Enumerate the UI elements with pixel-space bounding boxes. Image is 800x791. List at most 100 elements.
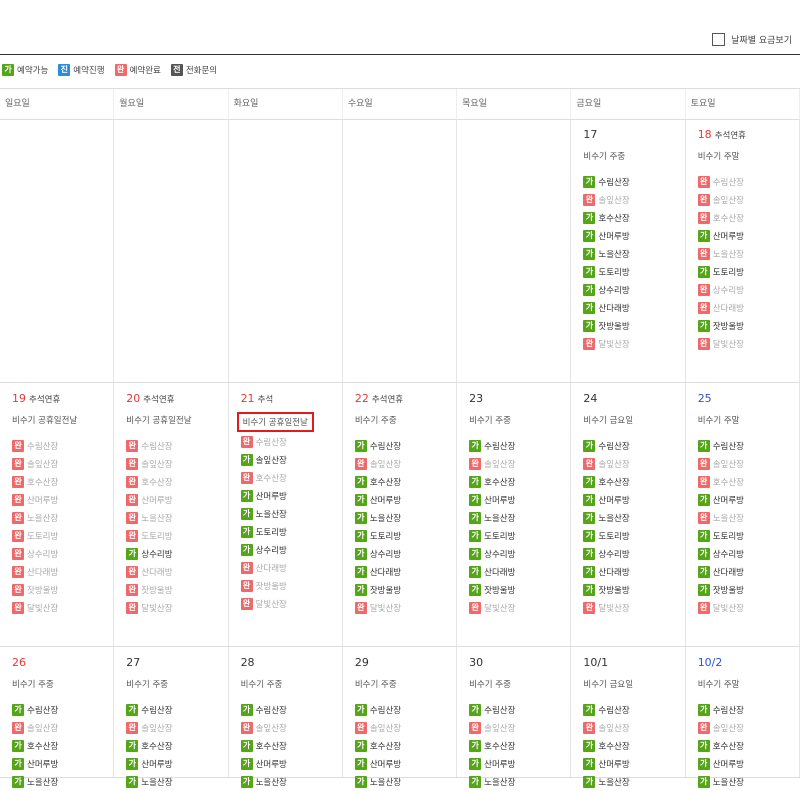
room-item[interactable]: 가 도토리방 [697, 527, 799, 545]
day-cell[interactable]: 30 비수기 주중 가 수림산장 완 솔잎산장 가 호수산장 가 산머루방 가 노을산장 [457, 647, 572, 788]
room-item[interactable]: 완 솔잎산장 [469, 719, 570, 737]
room-item[interactable]: 가 상수리방 [583, 281, 684, 299]
room-item[interactable]: 가 호수산장 [697, 737, 799, 755]
day-cell[interactable]: 18 추석연휴 비수기 주말 완 수림산장 완 솔잎산장 완 호수산장 가 산머루방 완 노을산장 가 도토… [686, 119, 800, 382]
room-item[interactable]: 가 노을산장 [469, 773, 570, 791]
room-item[interactable]: 가 잣방울방 [583, 581, 684, 599]
room-item[interactable]: 가 도토리방 [469, 527, 570, 545]
room-item[interactable]: 완 상수리방 [697, 281, 799, 299]
room-item[interactable]: 가 수림산장 [240, 701, 342, 719]
room-item[interactable]: 가 노을산장 [354, 773, 456, 791]
room-item[interactable]: 가 호수산장 [583, 209, 684, 227]
date-price-toggle[interactable]: 날짜별 요금보기 [712, 33, 792, 46]
day-cell[interactable]: 24 비수기 금요일 가 수림산장 완 솔잎산장 가 호수산장 가 산머루방 가 노을산장 가 도토리방 가… [571, 383, 686, 646]
room-item[interactable]: 완 솔잎산장 [583, 719, 684, 737]
room-item[interactable]: 가 호수산장 [354, 737, 456, 755]
room-item[interactable]: 가 도토리방 [583, 263, 684, 281]
room-item[interactable]: 가 호수산장 [583, 737, 684, 755]
room-item[interactable]: 완 수림산장 [697, 173, 799, 191]
room-item[interactable]: 가 산머루방 [469, 755, 570, 773]
day-cell[interactable]: 27 비수기 주중 가 수림산장 완 솔잎산장 가 호수산장 가 산머루방 가 노을산장 [114, 647, 229, 788]
room-item[interactable]: 가 호수산장 [469, 737, 570, 755]
room-item[interactable]: 완 산다래방 [126, 563, 227, 581]
room-item[interactable]: 가 노을산장 [583, 509, 684, 527]
room-item[interactable]: 완 달빛산장 [583, 335, 684, 353]
room-item[interactable]: 완 솔잎산장 [697, 719, 799, 737]
room-item[interactable]: 완 호수산장 [697, 209, 799, 227]
room-item[interactable]: 가 솔잎산장 [240, 451, 342, 469]
room-item[interactable]: 가 산다래방 [354, 563, 456, 581]
room-item[interactable]: 완 잣방울방 [126, 581, 227, 599]
room-item[interactable]: 가 수림산장 [697, 437, 799, 455]
room-item[interactable]: 가 노을산장 [240, 773, 342, 791]
room-item[interactable]: 완 달빛산장 [697, 599, 799, 617]
room-item[interactable]: 가 노을산장 [354, 509, 456, 527]
room-item[interactable]: 완 도토리방 [126, 527, 227, 545]
day-cell[interactable]: 10/2 비수기 주말 가 수림산장 완 솔잎산장 가 호수산장 가 산머루방 가 노을산장 [686, 647, 800, 788]
room-item[interactable]: 완 솔잎산장 [583, 455, 684, 473]
room-item[interactable]: 가 노을산장 [469, 509, 570, 527]
room-item[interactable]: 가 산머루방 [126, 755, 227, 773]
room-item[interactable]: 가 잣방울방 [469, 581, 570, 599]
room-item[interactable]: 완 솔잎산장 [354, 455, 456, 473]
day-cell[interactable]: 19 추석연휴 비수기 공휴일전날 완 수림산장 완 솔잎산장 완 호수산장 완 산머루방 완 노을산장… [0, 383, 115, 646]
room-item[interactable]: 가 수림산장 [469, 701, 570, 719]
room-item[interactable]: 가 수림산장 [354, 701, 456, 719]
room-item[interactable]: 가 수림산장 [583, 437, 684, 455]
room-item[interactable]: 가 산머루방 [354, 755, 456, 773]
room-item[interactable]: 가 호수산장 [240, 737, 342, 755]
room-item[interactable]: 가 수림산장 [583, 701, 684, 719]
room-item[interactable]: 가 상수리방 [240, 541, 342, 559]
room-item[interactable]: 가 잣방울방 [583, 317, 684, 335]
room-item[interactable]: 완 솔잎산장 [697, 191, 799, 209]
room-item[interactable]: 완 솔잎산장 [126, 455, 227, 473]
room-item[interactable]: 가 수림산장 [12, 701, 113, 719]
room-item[interactable]: 완 산다래방 [697, 299, 799, 317]
room-item[interactable]: 가 산다래방 [583, 299, 684, 317]
room-item[interactable]: 가 도토리방 [583, 527, 684, 545]
room-item[interactable]: 가 산다래방 [697, 563, 799, 581]
room-item[interactable]: 가 호수산장 [583, 473, 684, 491]
room-item[interactable]: 완 달빛산장 [583, 599, 684, 617]
room-item[interactable]: 완 노을산장 [126, 509, 227, 527]
room-item[interactable]: 완 산머루방 [126, 491, 227, 509]
room-item[interactable]: 가 산머루방 [240, 755, 342, 773]
day-cell[interactable]: 22 추석연휴 비수기 주중 가 수림산장 완 솔잎산장 가 호수산장 가 산머루방 가 노을산장 가 도토… [343, 383, 458, 646]
room-item[interactable]: 가 산다래방 [583, 563, 684, 581]
room-item[interactable]: 가 산머루방 [697, 491, 799, 509]
room-item[interactable]: 완 솔잎산장 [469, 455, 570, 473]
day-cell[interactable]: 10/1 비수기 금요일 가 수림산장 완 솔잎산장 가 호수산장 가 산머루방 가 노을산장 [571, 647, 686, 788]
room-item[interactable]: 가 수림산장 [697, 701, 799, 719]
room-item[interactable]: 가 산머루방 [469, 491, 570, 509]
room-item[interactable]: 가 상수리방 [583, 545, 684, 563]
room-item[interactable]: 가 산머루방 [697, 755, 799, 773]
room-item[interactable]: 완 솔잎산장 [583, 191, 684, 209]
day-cell[interactable]: 26 비수기 주중 가 수림산장 완 솔잎산장 가 호수산장 가 산머루방 가 노을산장 [0, 647, 115, 788]
room-item[interactable]: 완 잣방울방 [12, 581, 113, 599]
room-item[interactable]: 가 산머루방 [354, 491, 456, 509]
room-item[interactable]: 가 산머루방 [697, 227, 799, 245]
room-item[interactable]: 가 잣방울방 [354, 581, 456, 599]
day-cell[interactable]: 23 비수기 주중 가 수림산장 완 솔잎산장 가 호수산장 가 산머루방 가 노을산장 가 도토리방 가 상… [457, 383, 572, 646]
checkbox-icon[interactable] [712, 33, 726, 46]
room-item[interactable]: 가 노을산장 [126, 773, 227, 791]
room-item[interactable]: 가 노을산장 [12, 773, 113, 791]
room-item[interactable]: 가 수림산장 [469, 437, 570, 455]
room-item[interactable]: 완 상수리방 [12, 545, 113, 563]
room-item[interactable]: 완 솔잎산장 [354, 719, 456, 737]
room-item[interactable]: 완 노을산장 [697, 245, 799, 263]
room-item[interactable]: 가 상수리방 [354, 545, 456, 563]
room-item[interactable]: 완 수림산장 [240, 433, 342, 451]
room-item[interactable]: 가 노을산장 [697, 773, 799, 791]
room-item[interactable]: 가 상수리방 [126, 545, 227, 563]
room-item[interactable]: 가 호수산장 [12, 737, 113, 755]
room-item[interactable]: 완 산머루방 [12, 491, 113, 509]
room-item[interactable]: 가 수림산장 [354, 437, 456, 455]
room-item[interactable]: 가 도토리방 [354, 527, 456, 545]
room-item[interactable]: 완 수림산장 [12, 437, 113, 455]
day-cell[interactable]: 29 비수기 주중 가 수림산장 완 솔잎산장 가 호수산장 가 산머루방 가 노을산장 [343, 647, 458, 788]
room-item[interactable]: 가 호수산장 [126, 737, 227, 755]
room-item[interactable]: 완 호수산장 [12, 473, 113, 491]
room-item[interactable]: 완 솔잎산장 [12, 455, 113, 473]
room-item[interactable]: 가 산머루방 [583, 227, 684, 245]
